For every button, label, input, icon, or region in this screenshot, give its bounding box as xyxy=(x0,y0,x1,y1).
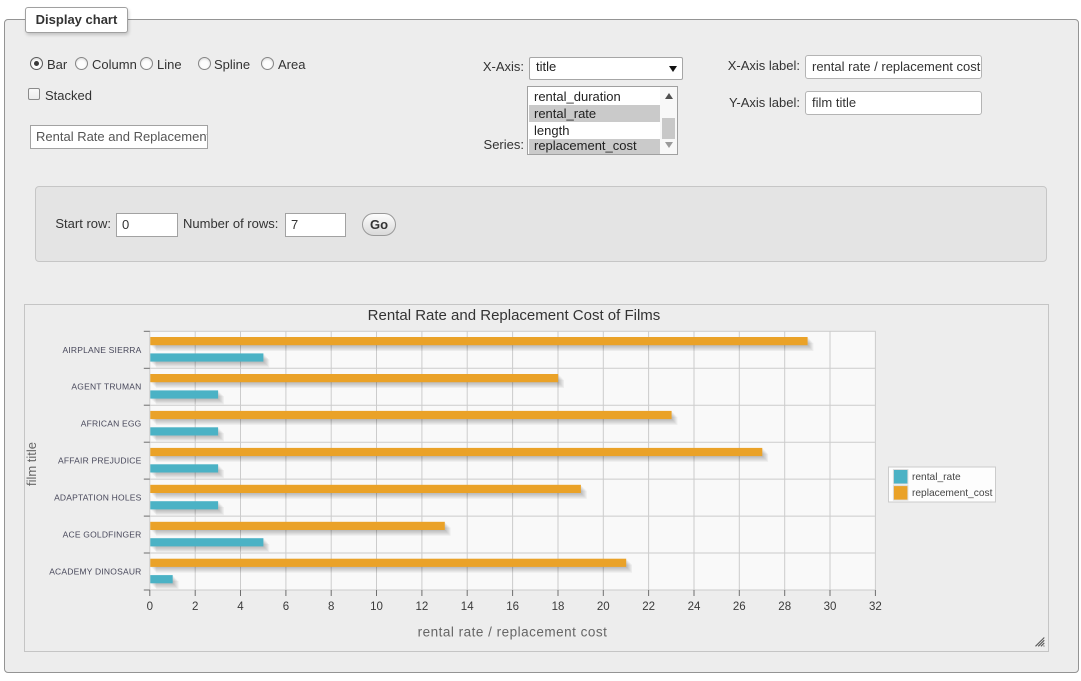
svg-text:2: 2 xyxy=(192,601,198,613)
svg-text:Rental Rate and Replacement Co: Rental Rate and Replacement Cost of Film… xyxy=(368,307,661,324)
svg-text:18: 18 xyxy=(552,601,565,613)
svg-text:30: 30 xyxy=(824,601,837,613)
svg-text:film title: film title xyxy=(24,442,39,486)
svg-text:24: 24 xyxy=(688,601,701,613)
svg-text:28: 28 xyxy=(778,601,791,613)
svg-text:14: 14 xyxy=(461,601,474,613)
svg-text:8: 8 xyxy=(328,601,334,613)
svg-text:rental rate / replacement cost: rental rate / replacement cost xyxy=(418,625,608,640)
svg-text:ACE GOLDFINGER: ACE GOLDFINGER xyxy=(63,530,142,540)
svg-text:20: 20 xyxy=(597,601,610,613)
svg-text:16: 16 xyxy=(506,601,519,613)
svg-text:10: 10 xyxy=(370,601,383,613)
svg-text:AIRPLANE SIERRA: AIRPLANE SIERRA xyxy=(62,345,141,355)
svg-text:6: 6 xyxy=(283,601,289,613)
svg-text:rental_rate: rental_rate xyxy=(912,472,961,483)
svg-text:AFRICAN EGG: AFRICAN EGG xyxy=(81,419,142,429)
svg-text:26: 26 xyxy=(733,601,746,613)
svg-text:ADAPTATION HOLES: ADAPTATION HOLES xyxy=(54,493,142,503)
svg-text:12: 12 xyxy=(416,601,429,613)
svg-text:ACADEMY DINOSAUR: ACADEMY DINOSAUR xyxy=(49,567,141,577)
svg-text:22: 22 xyxy=(642,601,655,613)
svg-text:replacement_cost: replacement_cost xyxy=(912,488,993,499)
svg-text:32: 32 xyxy=(869,601,882,613)
svg-text:AGENT TRUMAN: AGENT TRUMAN xyxy=(71,382,141,392)
svg-text:AFFAIR PREJUDICE: AFFAIR PREJUDICE xyxy=(58,456,142,466)
svg-text:4: 4 xyxy=(237,601,244,613)
svg-text:0: 0 xyxy=(147,601,153,613)
